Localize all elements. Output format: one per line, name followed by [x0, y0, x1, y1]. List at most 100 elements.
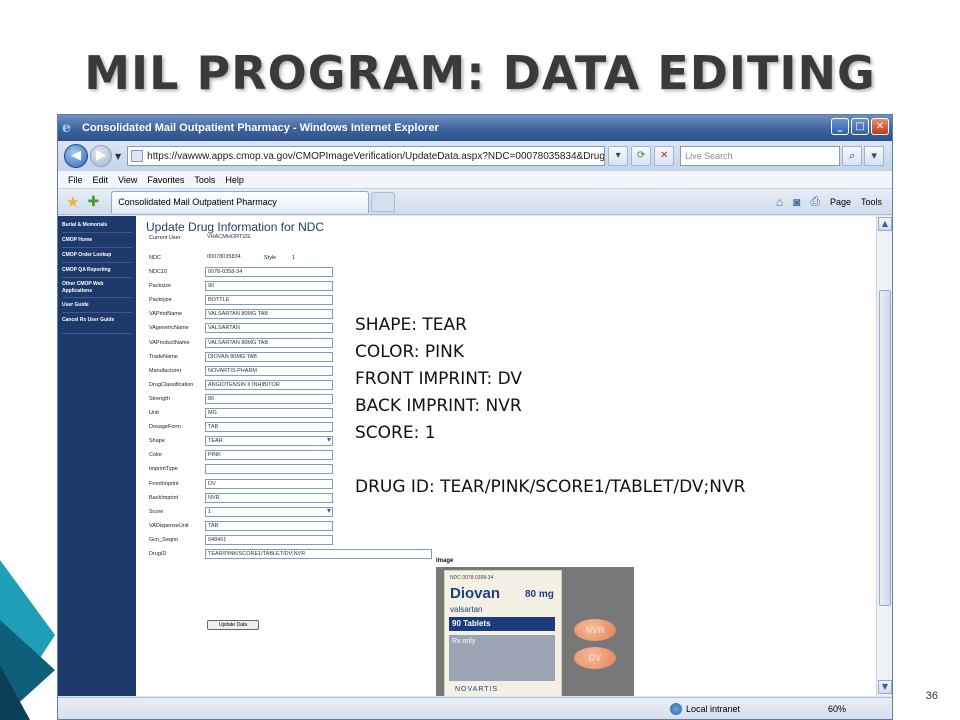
pill-front-image: DV — [574, 647, 616, 669]
home-icon[interactable]: ⌂ — [776, 195, 783, 209]
field-input[interactable]: DIOVAN 80MG TAB — [205, 351, 333, 362]
minimize-button[interactable]: _ — [831, 118, 849, 135]
package-generic: valsartan — [450, 605, 483, 614]
annotation-front-imprint: FRONT IMPRINT: DV — [355, 369, 523, 389]
field-input[interactable]: NOVARTIS PHARM — [205, 365, 333, 376]
field-input[interactable]: MG — [205, 408, 333, 418]
sidebar-item-order-lookup[interactable]: CMOP Order Lookup — [62, 252, 134, 259]
field-select[interactable]: 1 — [205, 506, 333, 517]
field-input[interactable]: BOTTLE — [205, 295, 333, 306]
history-dropdown-icon[interactable]: ▼ — [115, 152, 121, 161]
field-input[interactable]: TAB — [205, 520, 333, 531]
sidebar-item-web-apps[interactable]: Other CMOP Web Applications — [62, 281, 134, 295]
field-input[interactable]: NVR — [205, 492, 333, 503]
vertical-scrollbar[interactable]: ▲ ▼ — [876, 216, 892, 696]
field-label: Color — [149, 452, 163, 459]
field-label: BackImprint — [149, 494, 179, 501]
package-rx: Rx only — [449, 635, 555, 681]
print-icon[interactable]: ⎙ — [810, 194, 820, 209]
menu-help[interactable]: Help — [225, 175, 244, 185]
field-input[interactable]: ANGIOTENSIN II INHIBITOR — [205, 379, 333, 390]
sidebar: Burial & Memorials CMOP Home CMOP Order … — [58, 216, 136, 696]
field-input[interactable]: TAB — [205, 422, 333, 433]
package-dose: 80 mg — [525, 589, 554, 600]
forward-button[interactable]: ▶ — [90, 145, 112, 167]
field-input[interactable]: VALSARTAN — [205, 323, 333, 334]
field-input[interactable]: TEAR/PINK/SCORE1/TABLET/DV;NVR — [205, 549, 432, 559]
field-label: VADispenseUnit — [149, 522, 189, 529]
annotation-shape: SHAPE: TEAR — [355, 315, 467, 335]
tab-bar: ★ ✚ Consolidated Mail Outpatient Pharmac… — [58, 189, 892, 215]
back-button[interactable]: ◀ — [64, 144, 88, 168]
field-label: DrugID — [149, 551, 167, 557]
url-controls: ▾ ⟳ ✕ — [608, 146, 675, 166]
field-input[interactable] — [205, 464, 333, 475]
divider — [62, 277, 132, 278]
search-icon[interactable]: ⌕ — [842, 146, 863, 166]
sidebar-item-qa-reporting[interactable]: CMOP QA Reporting — [62, 267, 134, 274]
new-tab-button[interactable] — [371, 191, 396, 212]
field-input[interactable]: DV — [205, 478, 333, 489]
field-input[interactable]: 0078-0358-34 — [205, 267, 333, 277]
refresh-icon[interactable]: ⟳ — [631, 146, 652, 166]
intranet-icon — [670, 703, 682, 715]
tools-menu[interactable]: Tools — [861, 197, 882, 207]
update-data-button[interactable]: Update Data — [207, 620, 259, 630]
divider — [62, 262, 132, 263]
search-input[interactable]: Live Search — [680, 146, 841, 166]
field-input[interactable]: VALSARTAN 80MG TAB — [205, 309, 333, 320]
menu-favorites[interactable]: Favorites — [147, 175, 184, 185]
stop-icon[interactable]: ✕ — [654, 146, 675, 166]
product-image: NDC 0078-0358-34 Diovan 80 mg valsartan … — [436, 567, 634, 696]
field-label: Packsize — [149, 283, 172, 290]
url-input[interactable]: https://vawww.apps.cmop.va.gov/CMOPImage… — [127, 146, 606, 166]
window-title: Consolidated Mail Outpatient Pharmacy - … — [82, 122, 439, 134]
menu-view[interactable]: View — [118, 175, 137, 185]
scroll-down-icon[interactable]: ▼ — [878, 680, 892, 694]
search-options-icon[interactable]: ▾ — [864, 146, 885, 166]
divider — [62, 297, 132, 298]
field-input[interactable]: 048401 — [205, 534, 333, 545]
zoom-level[interactable]: 60% — [828, 704, 846, 714]
close-button[interactable]: ✕ — [871, 118, 889, 135]
field-input[interactable]: 80 — [205, 393, 333, 404]
field-label: Strength — [149, 395, 170, 402]
menu-file[interactable]: File — [68, 175, 83, 185]
maximize-button[interactable]: □ — [851, 118, 869, 135]
divider — [62, 247, 132, 248]
field-label: Score — [149, 508, 164, 515]
sidebar-item-user-guide[interactable]: User Guide — [62, 302, 134, 309]
pill-back-image: NVR — [574, 619, 616, 641]
package-manufacturer: NOVARTIS — [455, 686, 499, 693]
scroll-up-icon[interactable]: ▲ — [878, 217, 892, 231]
field-input[interactable]: VALSARTAN 80MG TAB — [205, 337, 333, 348]
menu-edit[interactable]: Edit — [93, 175, 109, 185]
page-menu[interactable]: Page — [830, 197, 851, 207]
favorites-star-icon[interactable]: ★ — [66, 193, 79, 211]
add-favorites-icon[interactable]: ✚ — [87, 194, 99, 210]
ndc-label: NDC — [149, 255, 161, 261]
command-bar: ⌂ ◙ ⎙ Page Tools — [776, 194, 882, 209]
field-input[interactable]: PINK — [205, 450, 333, 461]
sidebar-item-cmop-home[interactable]: CMOP Home — [62, 237, 134, 244]
divider — [62, 232, 132, 233]
menu-tools[interactable]: Tools — [194, 175, 215, 185]
divider — [62, 312, 132, 313]
field-label: Shape — [149, 438, 165, 445]
sidebar-item-cancel-rx-guide[interactable]: Cancel Rx User Guide — [62, 317, 134, 324]
field-input[interactable]: 90 — [205, 281, 333, 292]
url-dropdown-icon[interactable]: ▾ — [608, 146, 629, 166]
scroll-thumb[interactable] — [879, 290, 891, 606]
sidebar-item-burial[interactable]: Burial & Memorials — [62, 222, 134, 229]
form-title: Update Drug Information for NDC — [146, 220, 325, 234]
field-label: VAProductName — [149, 339, 190, 346]
feeds-icon[interactable]: ◙ — [793, 195, 800, 209]
slide: MIL PROGRAM: DATA EDITING e Consolidated… — [0, 0, 960, 720]
ndc-value: 00078035834 — [207, 254, 241, 260]
field-label: ImprintType — [149, 466, 178, 473]
tab-cmop[interactable]: Consolidated Mail Outpatient Pharmacy — [111, 190, 370, 213]
field-label: NDC10 — [149, 269, 168, 275]
field-select[interactable]: TEAR — [205, 436, 333, 447]
ie-logo-icon: e — [62, 120, 71, 136]
package-count: 90 Tablets — [449, 617, 555, 631]
